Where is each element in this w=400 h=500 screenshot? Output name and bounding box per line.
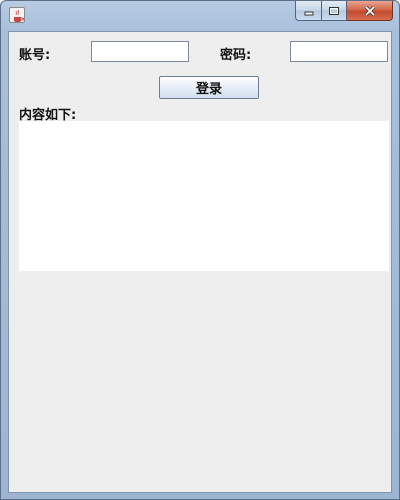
title-bar[interactable] bbox=[1, 1, 399, 31]
app-window: 账号: 密码: 登录 内容如下: bbox=[0, 0, 400, 500]
maximize-button[interactable] bbox=[321, 1, 347, 21]
account-label: 账号: bbox=[19, 48, 51, 63]
java-cup-icon bbox=[9, 7, 25, 23]
password-label: 密码: bbox=[220, 48, 252, 63]
close-button[interactable] bbox=[347, 1, 393, 21]
login-button[interactable]: 登录 bbox=[159, 76, 259, 99]
maximize-icon bbox=[329, 6, 339, 15]
account-input[interactable] bbox=[91, 41, 189, 62]
minimize-icon bbox=[304, 11, 313, 15]
minimize-button[interactable] bbox=[295, 1, 321, 21]
client-area: 账号: 密码: 登录 内容如下: bbox=[8, 31, 392, 493]
caption-buttons bbox=[295, 1, 393, 21]
password-input[interactable] bbox=[290, 41, 388, 62]
close-icon bbox=[364, 5, 375, 16]
content-textarea[interactable] bbox=[19, 121, 389, 271]
